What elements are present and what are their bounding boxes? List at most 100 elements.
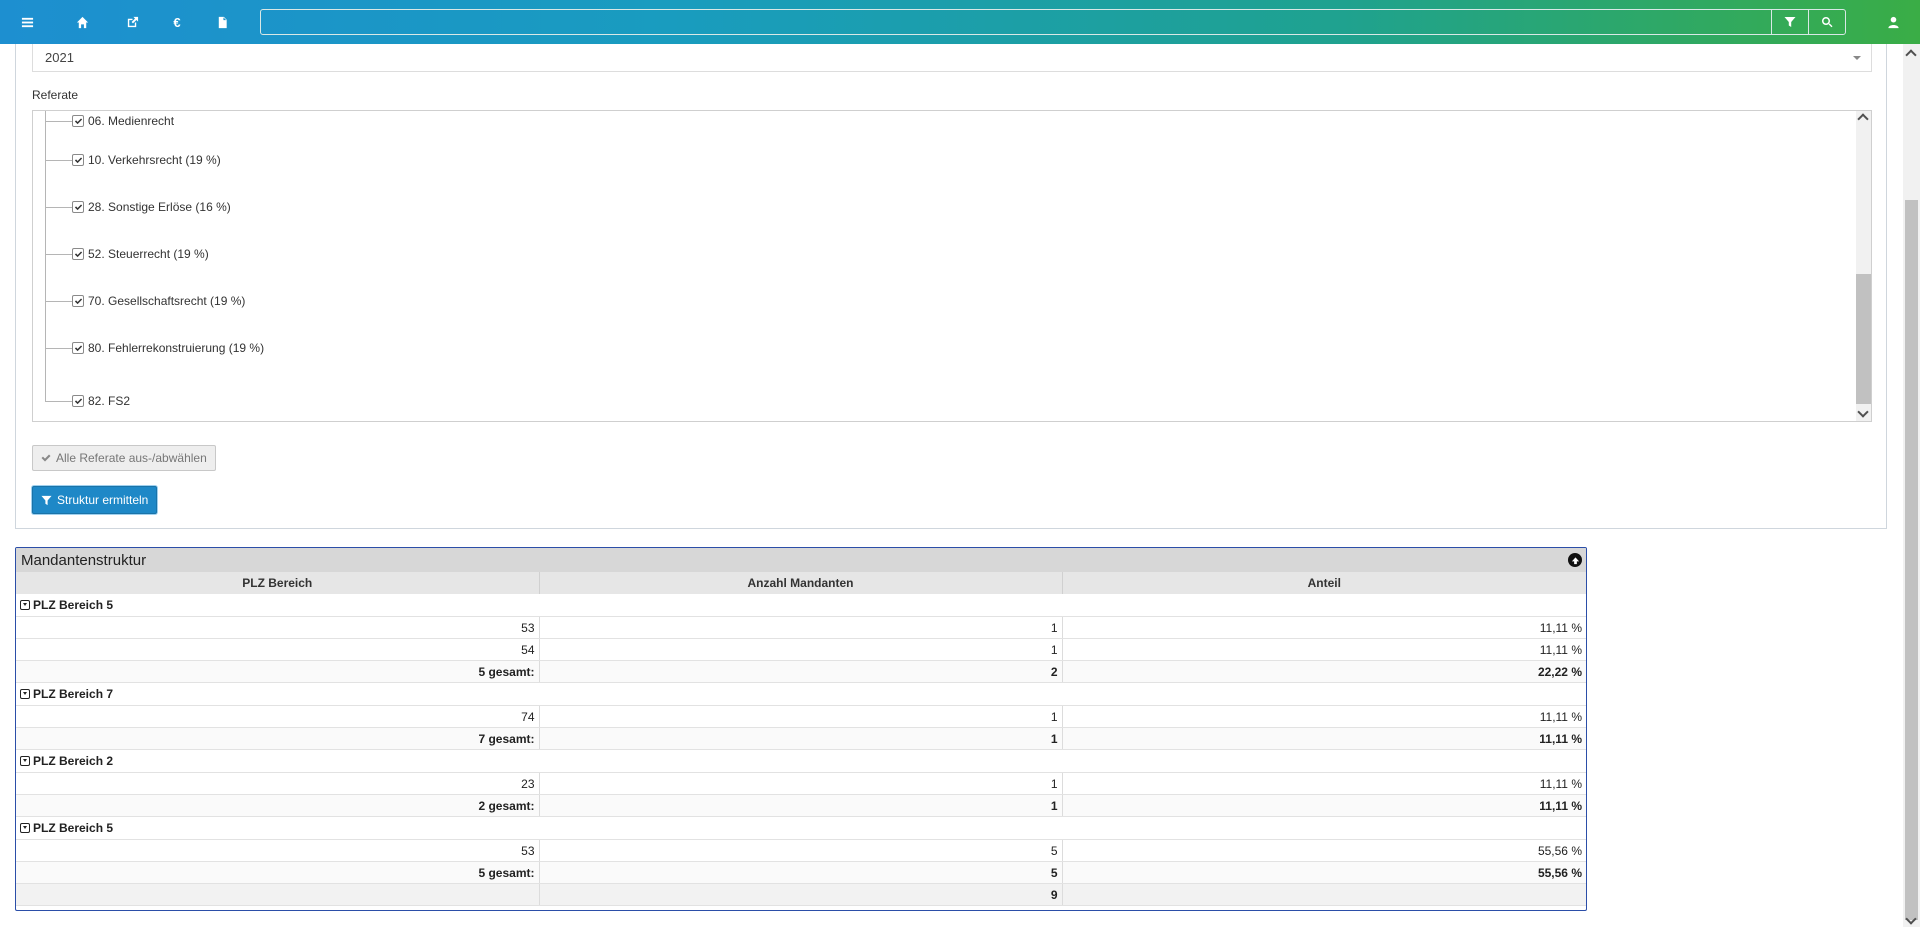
tree-item[interactable]: 28. Sonstige Erlöse (16 %) [45, 197, 231, 217]
checkbox[interactable] [72, 248, 84, 260]
tree-item-label: 70. Gesellschaftsrecht (19 %) [88, 294, 246, 308]
plz-cell: 23 [16, 772, 540, 795]
checkmark-icon [74, 156, 82, 163]
share-cell [1062, 883, 1586, 906]
checkmark-icon [74, 397, 82, 404]
plz-cell: 53 [16, 839, 540, 862]
table-row: 23 1 11,11 % [16, 772, 1586, 795]
scroll-up-icon[interactable] [1905, 49, 1917, 61]
results-table: PLZ Bereich Anzahl Mandanten Anteil PLZ … [16, 572, 1586, 906]
submit-structure-button[interactable]: Struktur ermitteln [32, 486, 158, 514]
group-row: PLZ Bereich 5 [16, 594, 1586, 617]
external-link-icon[interactable] [110, 0, 154, 44]
tree-item[interactable]: 70. Gesellschaftsrecht (19 %) [45, 291, 245, 311]
plz-cell: 5 gesamt: [16, 861, 540, 884]
plz-cell: 2 gesamt: [16, 794, 540, 817]
chevron-down-icon [1853, 56, 1861, 60]
check-icon [41, 454, 51, 462]
toggle-all-referate-button[interactable]: Alle Referate aus-/abwählen [32, 445, 216, 471]
count-cell: 2 [539, 660, 1063, 683]
checkbox[interactable] [72, 115, 84, 127]
checkbox[interactable] [72, 154, 84, 166]
year-select[interactable]: 2021 [32, 44, 1872, 72]
table-row: 54 1 11,11 % [16, 638, 1586, 661]
group-row: PLZ Bereich 5 [16, 816, 1586, 840]
user-icon[interactable] [1871, 0, 1915, 44]
group-collapse-icon[interactable] [20, 756, 30, 766]
column-header[interactable]: Anteil [1062, 572, 1586, 594]
search-icon [1821, 17, 1833, 28]
group-header-cell[interactable]: PLZ Bereich 7 [16, 682, 1586, 706]
page-scrollbar[interactable] [1903, 44, 1920, 927]
search-input[interactable] [260, 9, 1772, 35]
count-cell: 1 [539, 616, 1063, 639]
filter-button[interactable] [1771, 9, 1809, 35]
tree-item[interactable]: 52. Steuerrecht (19 %) [45, 244, 209, 264]
checkmark-icon [74, 203, 82, 210]
count-cell: 1 [539, 772, 1063, 795]
scroll-up-icon[interactable] [1857, 113, 1869, 125]
checkbox[interactable] [72, 395, 84, 407]
submit-label: Struktur ermitteln [57, 493, 149, 507]
tree-connector [45, 300, 72, 302]
count-cell: 9 [539, 883, 1063, 906]
group-header-cell[interactable]: PLZ Bereich 2 [16, 749, 1586, 773]
scroll-down-icon[interactable] [1857, 406, 1869, 418]
euro-icon[interactable]: € [155, 0, 199, 44]
plz-cell: 53 [16, 616, 540, 639]
group-collapse-icon[interactable] [20, 600, 30, 610]
tree-item[interactable]: 82. FS2 [45, 391, 130, 411]
tree-item[interactable]: 06. Medienrecht [45, 111, 174, 131]
column-header[interactable]: PLZ Bereich [16, 572, 540, 594]
home-icon[interactable] [60, 0, 104, 44]
checkbox[interactable] [72, 201, 84, 213]
plz-cell: 5 gesamt: [16, 660, 540, 683]
tree-item[interactable]: 10. Verkehrsrecht (19 %) [45, 150, 221, 170]
subtotal-row: 7 gesamt: 1 11,11 % [16, 727, 1586, 750]
count-cell: 1 [539, 727, 1063, 750]
tree-item-label: 28. Sonstige Erlöse (16 %) [88, 200, 231, 214]
mandantenstruktur-grid: Mandantenstruktur PLZ Bereich Anzahl Man… [15, 547, 1587, 911]
collapse-icon[interactable] [1568, 553, 1582, 567]
filter-panel: 2021 Referate 06. Medienrecht 10. Verkeh… [15, 44, 1887, 529]
group-collapse-icon[interactable] [20, 689, 30, 699]
toggle-all-label: Alle Referate aus-/abwählen [56, 451, 207, 465]
checkmark-icon [74, 250, 82, 257]
column-header[interactable]: Anzahl Mandanten [539, 572, 1063, 594]
tree-item[interactable]: 80. Fehlerrekonstruierung (19 %) [45, 338, 264, 358]
checkmark-icon [74, 297, 82, 304]
subtotal-row: 5 gesamt: 5 55,56 % [16, 861, 1586, 884]
checkbox[interactable] [72, 342, 84, 354]
group-label: PLZ Bereich 7 [33, 687, 114, 701]
search-bar [260, 9, 1849, 35]
tree-connector [45, 159, 72, 161]
group-label: PLZ Bereich 5 [33, 598, 114, 612]
plz-cell: 7 gesamt: [16, 727, 540, 750]
share-cell: 11,11 % [1062, 794, 1586, 817]
tree-connector [45, 253, 72, 255]
share-cell: 11,11 % [1062, 616, 1586, 639]
group-collapse-icon[interactable] [20, 823, 30, 833]
group-label: PLZ Bereich 5 [33, 821, 114, 835]
checkmark-icon [74, 117, 82, 124]
tree-item-label: 80. Fehlerrekonstruierung (19 %) [88, 341, 265, 355]
total-row: 9 [16, 883, 1586, 906]
scrollbar-thumb[interactable] [1856, 274, 1871, 404]
group-header-cell[interactable]: PLZ Bereich 5 [16, 816, 1586, 840]
checkbox[interactable] [72, 295, 84, 307]
table-header-row: PLZ Bereich Anzahl Mandanten Anteil [16, 572, 1586, 594]
document-icon[interactable] [200, 0, 244, 44]
tree-scrollbar[interactable] [1856, 111, 1871, 421]
group-row: PLZ Bereich 2 [16, 749, 1586, 773]
count-cell: 1 [539, 705, 1063, 728]
top-navbar: € [0, 0, 1920, 44]
group-header-cell[interactable]: PLZ Bereich 5 [16, 594, 1586, 617]
plz-cell: 54 [16, 638, 540, 661]
scrollbar-thumb[interactable] [1905, 200, 1918, 920]
share-cell: 11,11 % [1062, 727, 1586, 750]
search-button[interactable] [1808, 9, 1846, 35]
menu-icon[interactable] [5, 0, 49, 44]
share-cell: 11,11 % [1062, 772, 1586, 795]
tree-item-label: 06. Medienrecht [88, 114, 175, 128]
tree-connector [45, 206, 72, 208]
